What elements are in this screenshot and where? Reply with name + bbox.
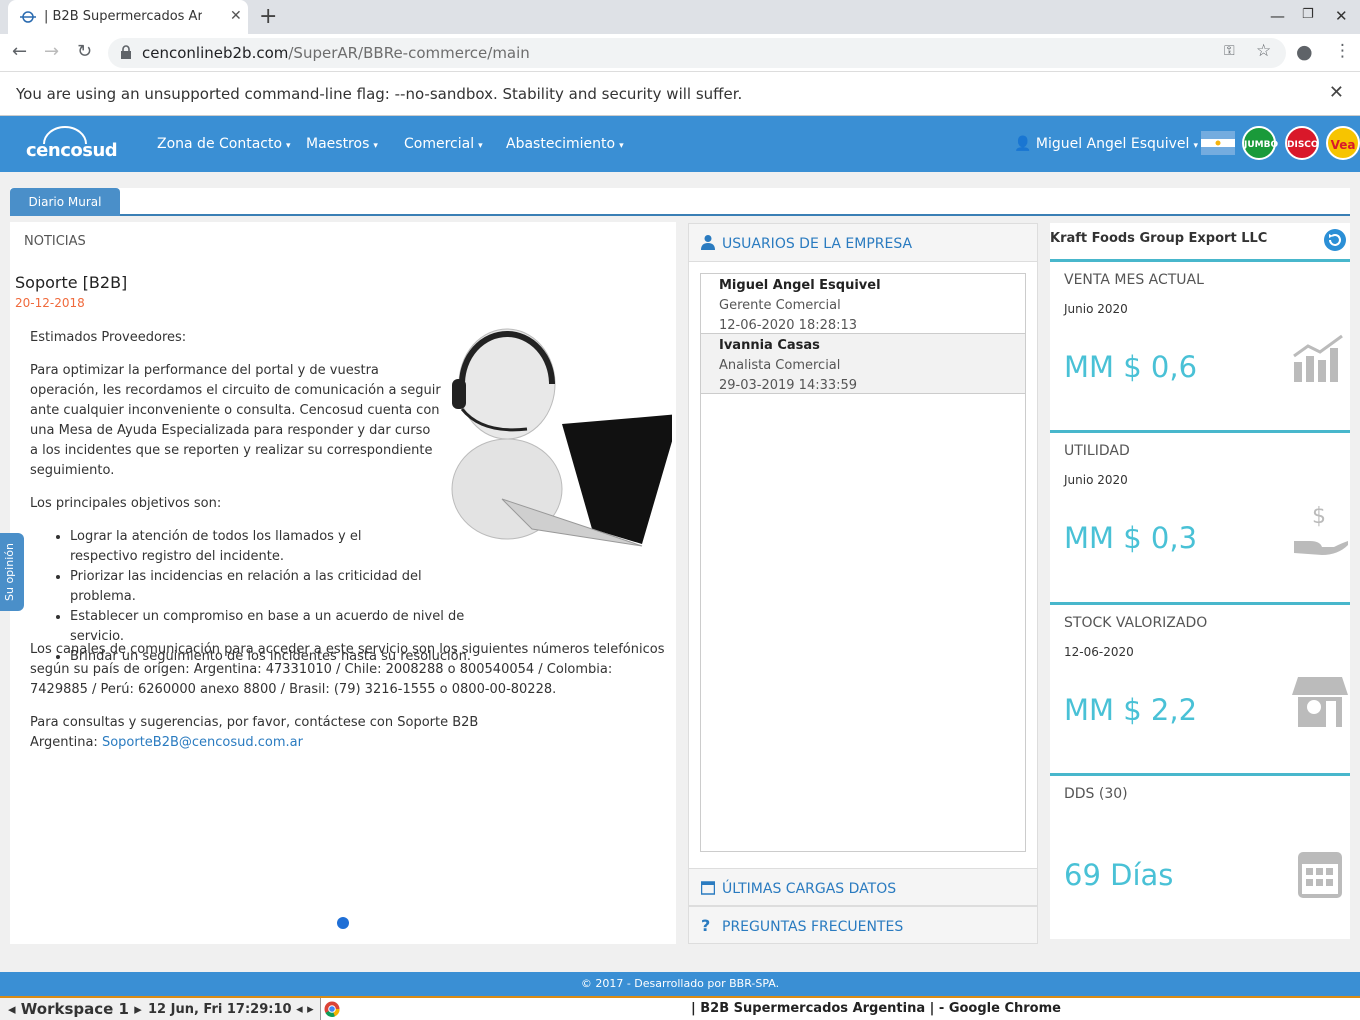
vea-logo[interactable]: Vea <box>1326 126 1360 160</box>
new-tab-icon[interactable]: + <box>259 4 277 29</box>
disco-logo[interactable]: DISCO <box>1285 126 1319 160</box>
news-contact: Para consultas y sugerencias, por favor,… <box>30 715 479 750</box>
question-icon: ? <box>701 916 711 935</box>
users-panel-title: USUARIOS DE LA EMPRESA <box>722 236 913 252</box>
browser-tab[interactable]: | B2B Supermercados Argentina ✕ <box>8 0 248 34</box>
browser-tab-bar: | B2B Supermercados Argentina ✕ + — ❐ ✕ <box>0 0 1360 34</box>
news-panel: NOTICIAS Soporte [B2B] 20-12-2018 Estima… <box>10 222 676 944</box>
reload-icon[interactable]: ↻ <box>77 41 92 62</box>
user-menu[interactable]: 👤 Miguel Angel Esquivel ▾ <box>1014 136 1198 152</box>
window-close-icon[interactable]: ✕ <box>1335 7 1348 25</box>
url-field[interactable]: cenconlineb2b.com/SuperAR/BBRe-commerce/… <box>108 38 1286 68</box>
carousel-dot[interactable] <box>337 917 349 929</box>
support-email-link[interactable]: SoporteB2B@cencosud.com.ar <box>102 735 303 750</box>
news-title: Soporte [B2B] <box>15 273 128 292</box>
infobar-close-icon[interactable]: ✕ <box>1329 82 1344 103</box>
cencosud-logo[interactable]: cencosud <box>26 124 118 164</box>
users-panel: USUARIOS DE LA EMPRESA Miguel Angel Esqu… <box>688 223 1038 944</box>
argentina-flag-icon[interactable] <box>1201 131 1235 155</box>
news-objectives-title: Los principales objetivos son: <box>30 496 222 511</box>
users-panel-header[interactable]: USUARIOS DE LA EMPRESA <box>689 224 1037 262</box>
news-intro: Para optimizar la performance del portal… <box>30 363 441 478</box>
news-date: 20-12-2018 <box>15 296 85 310</box>
menu-zona-contacto[interactable]: Zona de Contacto ▾ <box>157 136 291 152</box>
profile-icon[interactable]: ● <box>1296 41 1313 63</box>
minimize-icon[interactable]: — <box>1270 7 1285 25</box>
infobar-message: You are using an unsupported command-lin… <box>16 85 743 103</box>
address-bar-row: ← → ↻ cenconlineb2b.com/SuperAR/BBRe-com… <box>0 34 1360 72</box>
tab-title: | B2B Supermercados Argentina <box>44 9 202 24</box>
menu-abastecimiento[interactable]: Abastecimiento ▾ <box>506 136 624 152</box>
key-icon[interactable]: ⚿ <box>1224 43 1235 59</box>
page-footer: © 2017 - Desarrollado por BBR-SPA. <box>0 972 1360 996</box>
menu-kebab-icon[interactable]: ⋮ <box>1334 41 1351 61</box>
site-favicon-icon <box>20 11 36 23</box>
tab-close-icon[interactable]: ✕ <box>230 8 242 24</box>
workspace-switcher[interactable]: ◂ Workspace 1 ▸ <box>8 1000 142 1018</box>
last-loads-header[interactable]: ÚLTIMAS CARGAS DATOS <box>689 868 1037 906</box>
chrome-icon <box>324 1001 340 1017</box>
list-item[interactable]: Miguel Angel Esquivel Gerente Comercial … <box>701 274 1025 334</box>
app-header: cencosud Zona de Contacto ▾ Maestros ▾ Com… <box>0 116 1360 172</box>
taskbar-window-button[interactable]: | B2B Supermercados Argentina | - Google… <box>320 998 1360 1020</box>
list-item: Lograr la atención de todos los llamados… <box>70 527 426 567</box>
news-channels: Los canales de comunicación para acceder… <box>30 642 665 697</box>
user-icon <box>701 235 715 250</box>
url-text: cenconlineb2b.com/SuperAR/BBRe-commerce/… <box>142 44 530 62</box>
menu-comercial[interactable]: Comercial ▾ <box>404 136 483 152</box>
list-item[interactable]: Ivannia Casas Analista Comercial 29-03-2… <box>701 334 1025 394</box>
forward-icon[interactable]: → <box>44 41 59 62</box>
feedback-tab[interactable]: Su opinión <box>0 533 24 611</box>
kpi-dds-box: DDS (30) 69 Días <box>1050 773 1350 937</box>
faq-header[interactable]: ? PREGUNTAS FRECUENTES <box>689 906 1037 944</box>
kpi-stock-box: STOCK VALORIZADO 12-06-2020 MM $ 2,2 <box>1050 602 1350 766</box>
menu-maestros[interactable]: Maestros ▾ <box>306 136 378 152</box>
restore-icon[interactable]: ❐ <box>1302 7 1314 22</box>
users-list[interactable]: Miguel Angel Esquivel Gerente Comercial … <box>700 273 1026 852</box>
kpi-sales-box: VENTA MES ACTUAL Junio 2020 MM $ 0,6 <box>1050 259 1350 423</box>
warning-infobar: You are using an unsupported command-lin… <box>0 73 1360 116</box>
list-item: Priorizar las incidencias en relación a … <box>70 567 490 607</box>
support-agent-illustration <box>451 328 672 547</box>
clock: 12 Jun, Fri 17:29:10 ◂ ▸ <box>148 1002 314 1017</box>
svg-text:$: $ <box>1312 504 1326 529</box>
jumbo-logo[interactable]: JUMBO <box>1242 126 1278 160</box>
refresh-icon[interactable] <box>1324 229 1346 251</box>
company-name: Kraft Foods Group Export LLC <box>1050 231 1268 246</box>
os-taskbar: ◂ Workspace 1 ▸ 12 Jun, Fri 17:29:10 ◂ ▸… <box>0 996 1360 1020</box>
store-icon <box>1292 677 1348 727</box>
user-icon: 👤 <box>1014 136 1032 152</box>
lock-icon <box>121 45 131 59</box>
back-icon[interactable]: ← <box>12 41 27 62</box>
tab-diario-mural[interactable]: Diario Mural <box>10 188 120 216</box>
page-tabs: Diario Mural <box>10 188 1350 216</box>
kpi-panel: Kraft Foods Group Export LLC VENTA MES A… <box>1050 223 1350 939</box>
news-section-title: NOTICIAS <box>24 234 86 249</box>
kpi-profit-box: UTILIDAD Junio 2020 MM $ 0,3 $ <box>1050 430 1350 594</box>
calendar-icon <box>701 881 715 895</box>
chart-icon <box>1293 334 1343 382</box>
calendar-icon <box>1298 852 1342 898</box>
bookmark-star-icon[interactable]: ☆ <box>1256 41 1271 61</box>
money-hand-icon: $ <box>1294 504 1348 555</box>
news-greeting: Estimados Proveedores: <box>30 330 187 345</box>
